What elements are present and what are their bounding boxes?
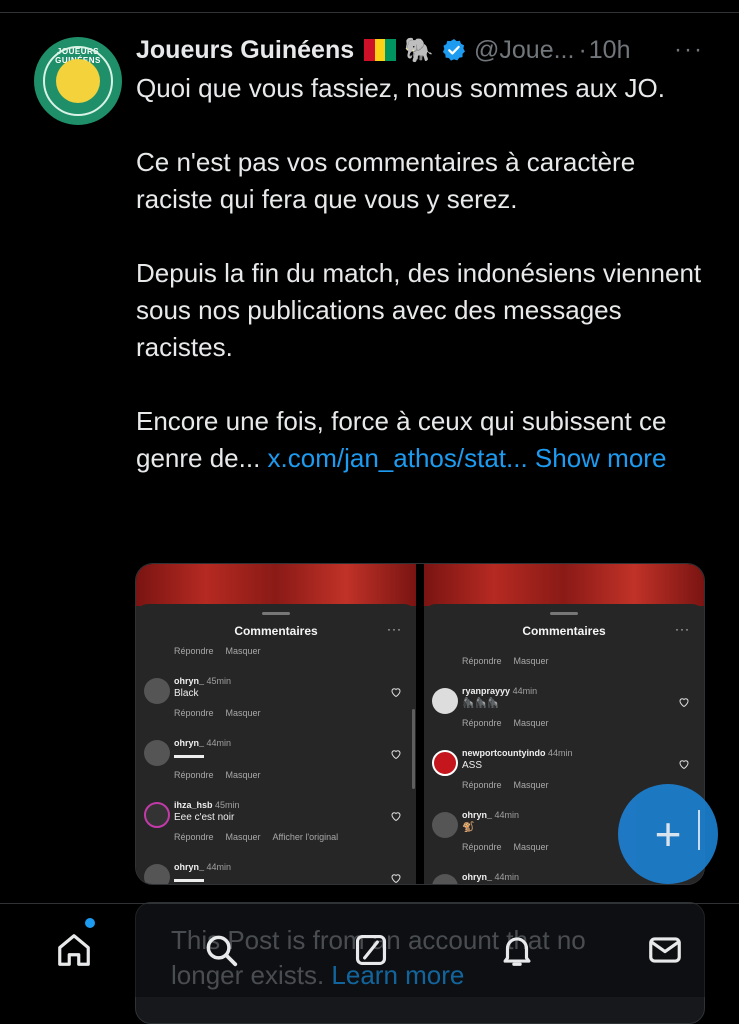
comment-user: ryanprayyy 44min (462, 686, 538, 696)
heart-icon (391, 688, 401, 698)
bell-icon[interactable] (497, 928, 537, 972)
sheet-handle (262, 612, 290, 615)
comment-actions: Répondre Masquer (174, 708, 261, 718)
mail-icon[interactable] (645, 928, 685, 972)
avatar[interactable]: JOUEURS GUINÉENS (34, 37, 122, 125)
comment: ohryn_ 44min ▬▬▬ (136, 862, 416, 884)
comment-actions: Répondre Masquer (174, 646, 273, 656)
post-header: Joueurs Guinéens 🐘 @Joue... · 10h (136, 34, 631, 66)
comment-actions: Répondre Masquer (462, 842, 549, 852)
comments-title: Commentaires (234, 624, 318, 638)
grok-icon[interactable] (351, 928, 391, 972)
comment-text: 🐒 (462, 822, 475, 833)
elephant-icon: 🐘 (404, 36, 435, 64)
tweet-paragraph: Ce n'est pas vos commentaires à caractèr… (136, 147, 636, 214)
search-icon[interactable] (201, 928, 241, 972)
reply-action: Répondre (174, 646, 214, 656)
more-options-icon[interactable]: ··· (674, 36, 704, 64)
reply-action: Répondre (462, 656, 502, 666)
tweet-paragraph-last: Encore une fois, force à ceux qui subiss… (136, 403, 706, 477)
comment-text: ▬▬▬ (174, 874, 204, 884)
comments-title: Commentaires (522, 624, 606, 638)
comment: ryanprayyy 44min 🦍🦍🦍 Répondre Masquer (424, 686, 704, 740)
image-background (136, 564, 416, 606)
comment-avatar (144, 740, 170, 766)
image-background (424, 564, 704, 606)
comment: ohryn_ 44min ▬▬▬ Répondre Masquer (136, 738, 416, 792)
comment-user: ohryn_ 44min (174, 738, 232, 748)
compose-cursor (698, 810, 700, 850)
hide-action: Masquer (513, 656, 549, 666)
top-divider (0, 12, 739, 13)
home-icon[interactable] (54, 928, 94, 972)
compose-button[interactable]: + (618, 784, 718, 884)
heart-icon (391, 812, 401, 822)
comment-user: ohryn_ 45min (174, 676, 232, 686)
comments-sheet: Commentaires ··· Répondre Masquer ohryn_ … (136, 604, 416, 884)
author-name[interactable]: Joueurs Guinéens (136, 36, 354, 65)
comment-text: Eee c'est noir (174, 812, 235, 823)
heart-icon (391, 874, 401, 884)
hide-action: Masquer (225, 646, 261, 656)
comment-text: 🦍🦍🦍 (462, 698, 500, 709)
tweet-paragraph: Depuis la fin du match, des indonésiens … (136, 258, 702, 362)
heart-icon (679, 760, 689, 770)
sheet-handle (550, 612, 578, 615)
comment-user: newportcountyindo 44min (462, 748, 573, 758)
author-handle[interactable]: @Joue... (474, 36, 574, 65)
heart-icon (391, 750, 401, 760)
comment-avatar (144, 802, 170, 828)
comment-user: ohryn_ 44min (462, 810, 520, 820)
comment-avatar (432, 874, 458, 884)
comment-user: ihza_hsb 45min (174, 800, 240, 810)
show-more-link[interactable]: Show more (535, 443, 667, 473)
comment-actions: Répondre Masquer (462, 718, 549, 728)
comment-avatar (144, 864, 170, 884)
comment-avatar (432, 688, 458, 714)
separator: · (578, 35, 587, 64)
verified-badge-icon (442, 39, 466, 61)
comment-text: ASS (462, 760, 483, 771)
plus-icon: + (654, 808, 682, 860)
comment-user: ohryn_ 44min (462, 872, 520, 882)
comment-actions: Répondre Masquer (462, 780, 549, 790)
comment-text: ▬▬▬ (174, 750, 204, 761)
post-time[interactable]: 10h (589, 36, 631, 65)
scrollbar (412, 709, 415, 789)
comment-text: Black (174, 688, 199, 699)
bottom-nav (0, 904, 739, 997)
comment: ihza_hsb 45min Eee c'est noir Répondre Ma… (136, 800, 416, 854)
comment-avatar (144, 678, 170, 704)
comment-avatar (432, 750, 458, 776)
sheet-more-icon: ··· (675, 622, 690, 636)
guinea-flag-icon (364, 39, 397, 61)
comment-actions: Répondre Masquer (462, 656, 561, 666)
heart-icon (679, 698, 689, 708)
comment: ohryn_ 45min Black Répondre Masquer (136, 676, 416, 730)
comment-actions: Répondre Masquer Afficher l'original (174, 832, 339, 842)
comment-user: ohryn_ 44min (174, 862, 232, 872)
avatar-emblem (56, 59, 100, 103)
tweet-text: Quoi que vous fassiez, nous sommes aux J… (136, 70, 706, 477)
comment-actions: Répondre Masquer (174, 770, 261, 780)
notification-badge (85, 918, 95, 928)
media-image-left[interactable]: Commentaires ··· Répondre Masquer ohryn_ … (136, 564, 416, 884)
tweet-link[interactable]: x.com/jan_athos/stat... (268, 443, 528, 473)
tweet-paragraph: Quoi que vous fassiez, nous sommes aux J… (136, 73, 665, 103)
sheet-more-icon: ··· (387, 622, 402, 636)
comment-avatar (432, 812, 458, 838)
